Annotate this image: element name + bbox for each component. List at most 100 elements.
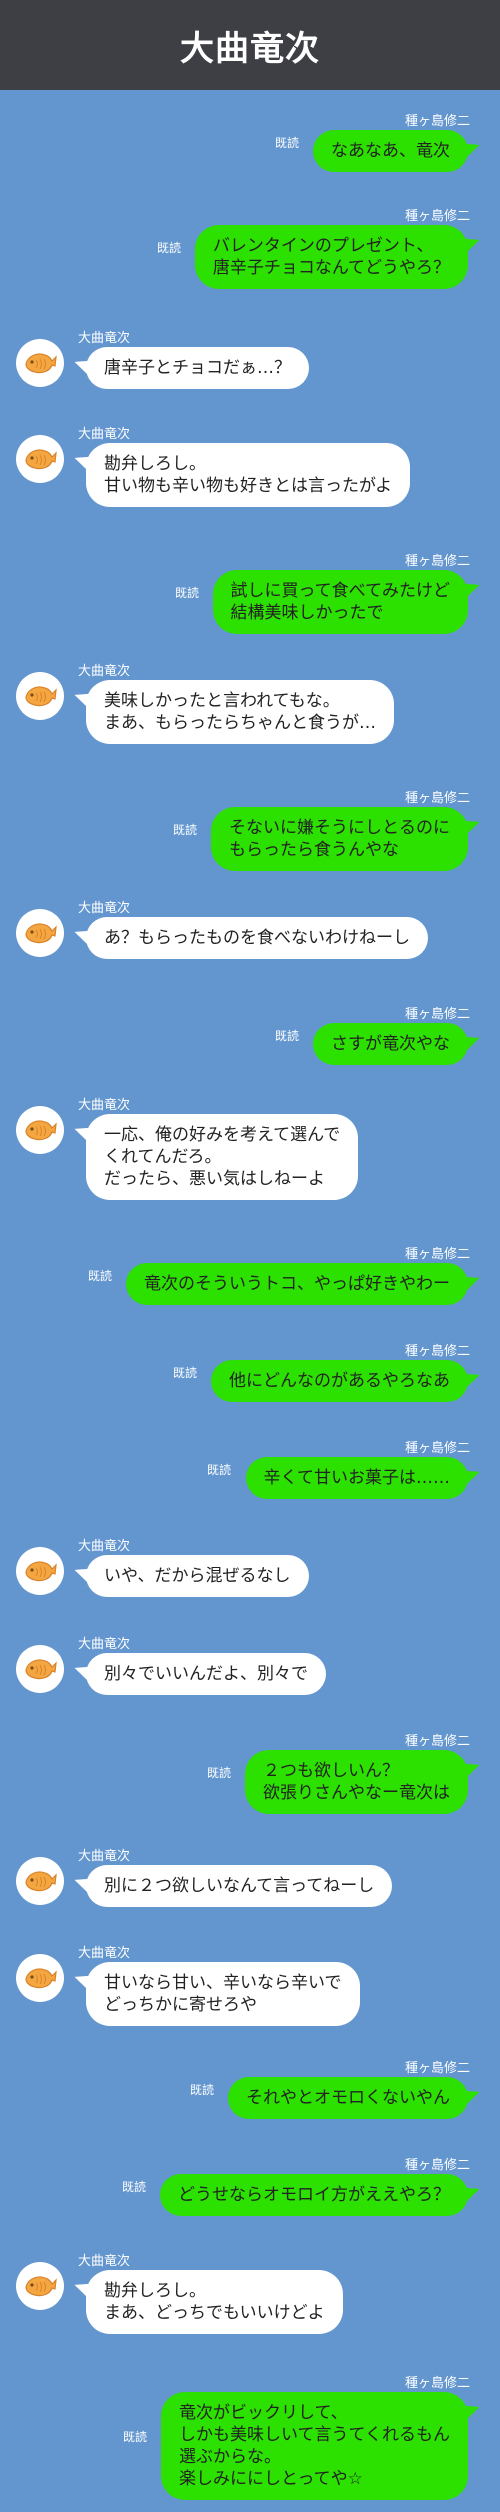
message-text: 美味しかったと言われてもな。 — [104, 691, 340, 711]
message-bubble[interactable]: それやとオモロくないやん — [228, 2077, 468, 2119]
sender-name: 種ヶ島修二 — [404, 2061, 470, 2076]
message-bubble[interactable]: 美味しかったと言われてもな。 まあ、もらったらちゃんと食うが… — [86, 680, 394, 744]
message-text: まあ、もらったらちゃんと食うが… — [104, 713, 376, 733]
message-text: いや、だから混ぜるなし — [104, 1566, 291, 1586]
sender-name: 大曲竜次 — [78, 1098, 131, 1113]
message-text: 唐辛子チョコなんてどうやろ？ — [212, 258, 450, 278]
message-bubble[interactable]: 勘弁しろし。 甘い物も辛い物も好きとは言ったがよ — [86, 443, 411, 507]
read-receipt: 既読 — [206, 1766, 231, 1780]
read-receipt: 既読 — [172, 823, 197, 837]
sender-name: 種ヶ島修二 — [404, 1344, 470, 1359]
read-receipt: 既読 — [121, 2180, 146, 2194]
message-text: 勘弁しろし。 — [104, 454, 206, 474]
message-text: なあなあ、竜次 — [331, 141, 450, 161]
message-text: どうせならオモロイ方がええやろ？ — [178, 2185, 450, 2205]
read-receipt: 既読 — [172, 1366, 197, 1380]
sender-name: 大曲竜次 — [78, 427, 131, 442]
message-text: 竜次がビックリして、 — [179, 2403, 348, 2423]
message-bubble[interactable]: バレンタインのプレゼント、 唐辛子チョコなんてどうやろ？ — [194, 225, 468, 289]
message-text: まあ、どっちでもいいけどよ — [104, 2303, 325, 2323]
taiyaki-avatar-icon[interactable] — [16, 1106, 64, 1154]
message-text: 勘弁しろし。 — [104, 2281, 206, 2301]
message-bubble[interactable]: 唐辛子とチョコだぁ…？ — [86, 347, 309, 389]
message-text: 試しに買って食べてみたけど — [230, 581, 450, 601]
message-bubble[interactable]: 別々でいいんだよ、別々で — [86, 1653, 326, 1695]
message-bubble[interactable]: いや、だから混ぜるなし — [86, 1555, 309, 1597]
message-bubble[interactable]: 甘いなら甘い、辛いなら辛いで どっちかに寄せろや — [86, 1962, 360, 2026]
message-text: 欲張りさんやなー竜次は — [263, 1783, 450, 1803]
message-text: 別に２つ欲しいなんて言ってねーし — [104, 1876, 375, 1896]
read-receipt: 既読 — [206, 1463, 231, 1477]
sender-name: 大曲竜次 — [78, 1946, 131, 1961]
read-receipt: 既読 — [274, 1029, 299, 1043]
message-text: もらったら食うんやな — [229, 840, 399, 860]
message-text: 他にどんなのがあるやろなあ — [229, 1371, 450, 1391]
chat-header: 大曲竜次 — [0, 0, 500, 90]
sender-name: 種ヶ島修二 — [404, 1007, 470, 1022]
read-receipt: 既読 — [189, 2083, 214, 2097]
message-bubble[interactable]: 一応、俺の好みを考えて選んで くれてんだろ。 だったら、悪い気はしねーよ — [86, 1114, 359, 1200]
read-receipt: 既読 — [87, 1269, 112, 1283]
taiyaki-avatar-icon[interactable] — [16, 435, 64, 483]
taiyaki-avatar-icon[interactable] — [16, 1954, 64, 2002]
message-bubble[interactable]: ２つも欲しいん？ 欲張りさんやなー竜次は — [245, 1750, 468, 1814]
sender-name: 大曲竜次 — [78, 1637, 131, 1652]
message-text: 選ぶからな。 — [179, 2447, 282, 2467]
taiyaki-avatar-icon[interactable] — [16, 909, 64, 957]
message-text: しかも美味しいて言うてくれるもん — [179, 2425, 450, 2445]
message-text: 一応、俺の好みを考えて選んで — [104, 1125, 341, 1145]
sender-name: 大曲竜次 — [78, 1849, 131, 1864]
message-bubble[interactable]: どうせならオモロイ方がええやろ？ — [160, 2174, 468, 2216]
message-text: くれてんだろ。 — [104, 1147, 222, 1167]
sender-name: 種ヶ島修二 — [404, 1441, 470, 1456]
sender-name: 大曲竜次 — [78, 331, 131, 346]
sender-name: 種ヶ島修二 — [404, 114, 470, 129]
taiyaki-avatar-icon[interactable] — [16, 2262, 64, 2310]
sender-name: 大曲竜次 — [78, 664, 131, 679]
taiyaki-avatar-icon[interactable] — [16, 1857, 64, 1905]
taiyaki-avatar-icon[interactable] — [16, 339, 64, 387]
message-bubble[interactable]: あ？もらったものを食べないわけねーし — [86, 917, 428, 959]
message-text: 甘いなら甘い、辛いなら辛いで — [104, 1973, 342, 1993]
message-text: さすが竜次やな — [331, 1034, 450, 1054]
sender-name: 大曲竜次 — [78, 1539, 131, 1554]
message-text: 楽しみににしとってや☆ — [179, 2469, 363, 2489]
message-text: 唐辛子とチョコだぁ…？ — [104, 358, 291, 378]
message-text: どっちかに寄せろや — [104, 1995, 257, 2015]
message-text: それやとオモロくないやん — [246, 2088, 450, 2108]
taiyaki-avatar-icon[interactable] — [16, 1645, 64, 1693]
read-receipt: 既読 — [156, 241, 181, 255]
chat-title: 大曲竜次 — [180, 28, 320, 69]
message-text: 辛くて甘いお菓子は…… — [263, 1468, 451, 1488]
message-bubble[interactable]: 試しに買って食べてみたけど 結構美味しかったで — [212, 570, 468, 634]
message-text: 甘い物も辛い物も好きとは言ったがよ — [104, 476, 393, 496]
sender-name: 種ヶ島修二 — [404, 554, 470, 569]
message-bubble[interactable]: 竜次がビックリして、 しかも美味しいて言うてくれるもん 選ぶからな。 楽しみににしとっ… — [161, 2392, 468, 2500]
sender-name: 大曲竜次 — [78, 901, 131, 916]
message-bubble[interactable]: 他にどんなのがあるやろなあ — [211, 1360, 468, 1402]
message-bubble[interactable]: 別に２つ欲しいなんて言ってねーし — [86, 1865, 393, 1907]
message-bubble[interactable]: 勘弁しろし。 まあ、どっちでもいいけどよ — [86, 2270, 343, 2334]
sender-name: 種ヶ島修二 — [404, 2158, 470, 2173]
message-bubble[interactable]: なあなあ、竜次 — [313, 130, 468, 172]
sender-name: 種ヶ島修二 — [404, 1734, 470, 1749]
sender-name: 大曲竜次 — [78, 2254, 131, 2269]
message-list[interactable]: 種ヶ島修二 なあなあ、竜次 既読 種ヶ島修二 バレンタインのプレゼント、 唐辛子チョコなん… — [0, 90, 500, 2512]
message-bubble[interactable]: 辛くて甘いお菓子は…… — [245, 1457, 468, 1499]
message-text: そないに嫌そうにしとるのに — [229, 818, 450, 838]
message-bubble[interactable]: そないに嫌そうにしとるのに もらったら食うんやな — [211, 807, 468, 871]
message-text: あ？もらったものを食べないわけねーし — [104, 928, 410, 948]
message-text: 竜次のそういうトコ、やっぱ好きやわー — [144, 1274, 450, 1294]
taiyaki-avatar-icon[interactable] — [16, 672, 64, 720]
message-text: 結構美味しかったで — [230, 603, 384, 623]
message-text: だったら、悪い気はしねーよ — [104, 1169, 325, 1189]
read-receipt: 既読 — [122, 2430, 147, 2444]
message-bubble[interactable]: 竜次のそういうトコ、やっぱ好きやわー — [126, 1263, 468, 1305]
taiyaki-avatar-icon[interactable] — [16, 1547, 64, 1595]
sender-name: 種ヶ島修二 — [404, 2376, 470, 2391]
message-text: ２つも欲しいん？ — [263, 1761, 399, 1781]
sender-name: 種ヶ島修二 — [404, 209, 470, 224]
message-text: バレンタインのプレゼント、 — [212, 236, 434, 256]
read-receipt: 既読 — [274, 136, 299, 150]
message-bubble[interactable]: さすが竜次やな — [313, 1023, 468, 1065]
